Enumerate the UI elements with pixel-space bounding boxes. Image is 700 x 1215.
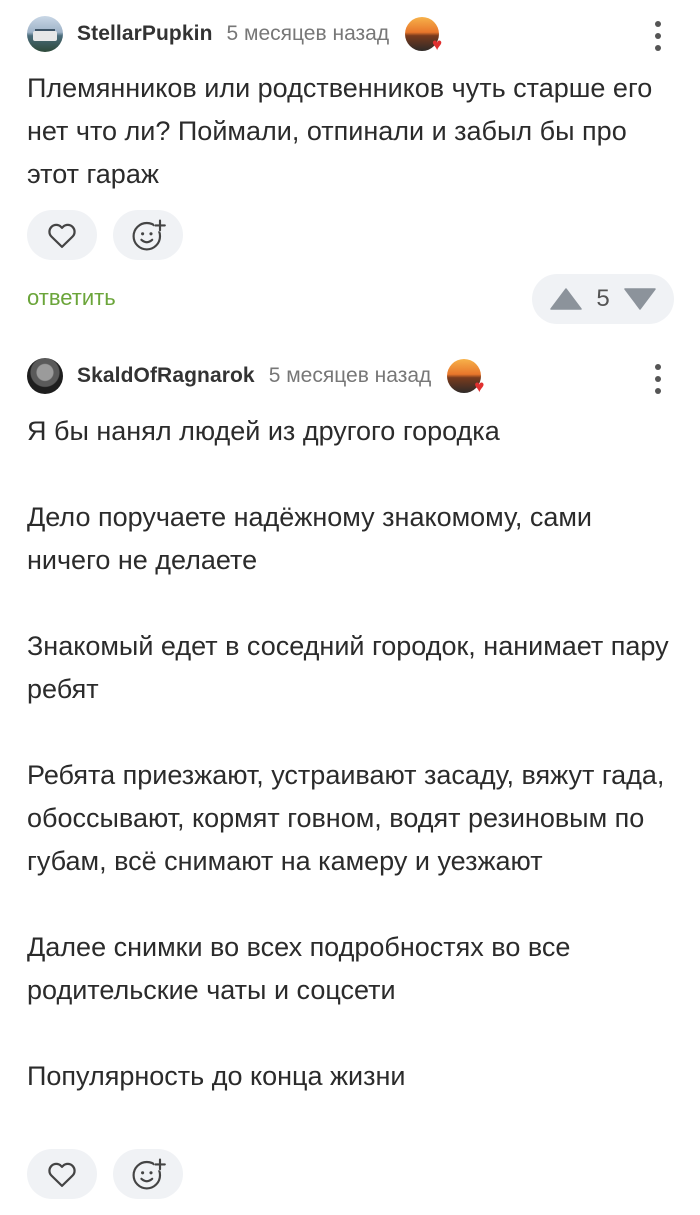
comment-text: Я бы нанял людей из другого городка Дело… bbox=[27, 410, 677, 1098]
award-badge-icon[interactable]: ♥ bbox=[405, 17, 443, 54]
like-button[interactable] bbox=[27, 210, 97, 260]
reply-link[interactable]: ответить bbox=[27, 285, 116, 311]
timestamp: 5 месяцев назад bbox=[268, 364, 432, 387]
username[interactable]: SkaldOfRagnarok bbox=[77, 364, 255, 388]
comment-paragraph: Дело поручаете надёжному знакомому, сами… bbox=[27, 502, 593, 575]
heart-icon: ♥ bbox=[432, 35, 443, 54]
comment-header: SkaldOfRagnarok 5 месяцев назад ♥ bbox=[27, 356, 485, 396]
rating-count: 5 bbox=[596, 285, 610, 312]
avatar[interactable] bbox=[27, 358, 63, 394]
heart-outline-icon bbox=[48, 223, 76, 248]
downvote-button[interactable] bbox=[624, 288, 656, 310]
comment-paragraph: Далее снимки во всех подробностях во все… bbox=[27, 932, 571, 1005]
comment-header: StellarPupkin 5 месяцев назад ♥ bbox=[27, 14, 443, 54]
award-badge-icon[interactable]: ♥ bbox=[447, 359, 485, 396]
comment-text: Племянников или родственников чуть старш… bbox=[27, 67, 677, 196]
more-vertical-icon bbox=[655, 364, 661, 370]
comment-paragraph: Племянников или родственников чуть старш… bbox=[27, 73, 653, 189]
vote-control: 5 bbox=[532, 274, 674, 324]
like-button[interactable] bbox=[27, 1149, 97, 1199]
comment-paragraph: Я бы нанял людей из другого городка bbox=[27, 416, 500, 446]
more-options-button[interactable] bbox=[654, 21, 662, 51]
heart-icon: ♥ bbox=[474, 377, 485, 396]
add-reaction-button[interactable] bbox=[113, 1149, 183, 1199]
more-options-button[interactable] bbox=[654, 364, 662, 394]
upvote-button[interactable] bbox=[550, 288, 582, 310]
add-reaction-icon bbox=[132, 219, 166, 251]
comment-paragraph: Ребята приезжают, устраивают засаду, вяж… bbox=[27, 760, 665, 876]
username[interactable]: StellarPupkin bbox=[77, 22, 213, 46]
more-vertical-icon bbox=[655, 21, 661, 27]
comment-paragraph: Популярность до конца жизни bbox=[27, 1061, 406, 1091]
comment-paragraph: Знакомый едет в соседний городок, нанима… bbox=[27, 631, 669, 704]
heart-outline-icon bbox=[48, 1162, 76, 1187]
avatar[interactable] bbox=[27, 16, 63, 52]
add-reaction-button[interactable] bbox=[113, 210, 183, 260]
timestamp: 5 месяцев назад bbox=[226, 22, 390, 45]
add-reaction-icon bbox=[132, 1158, 166, 1190]
